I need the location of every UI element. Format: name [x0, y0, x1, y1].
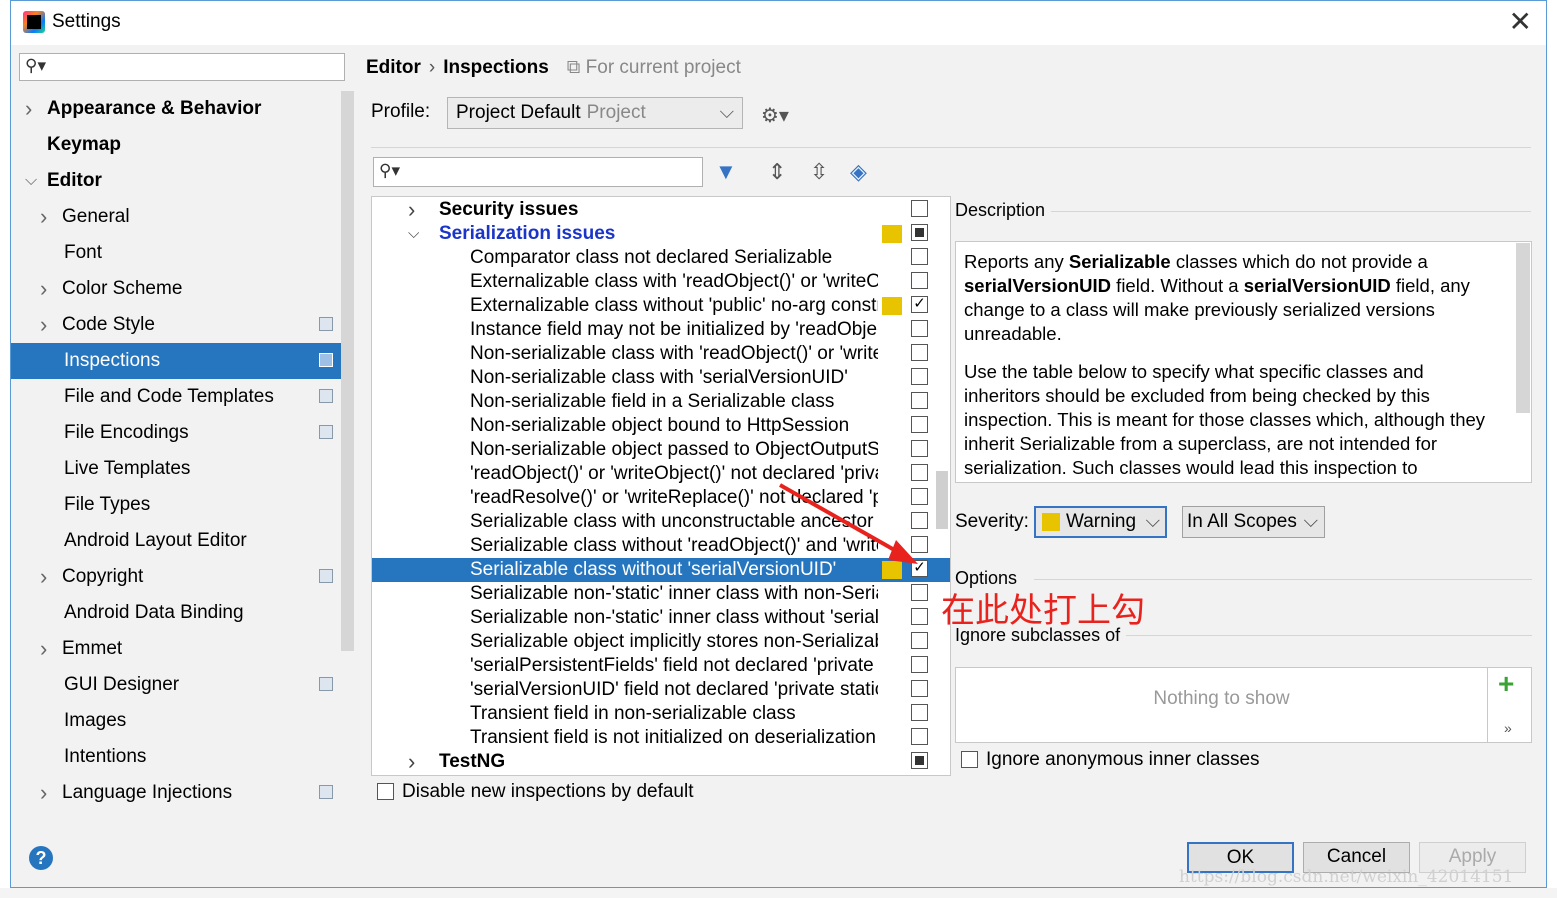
annotation-arrow	[779, 483, 918, 564]
arrow-head	[888, 540, 918, 564]
arrow-shaft	[779, 483, 906, 558]
taskbar-strip	[0, 888, 1557, 898]
